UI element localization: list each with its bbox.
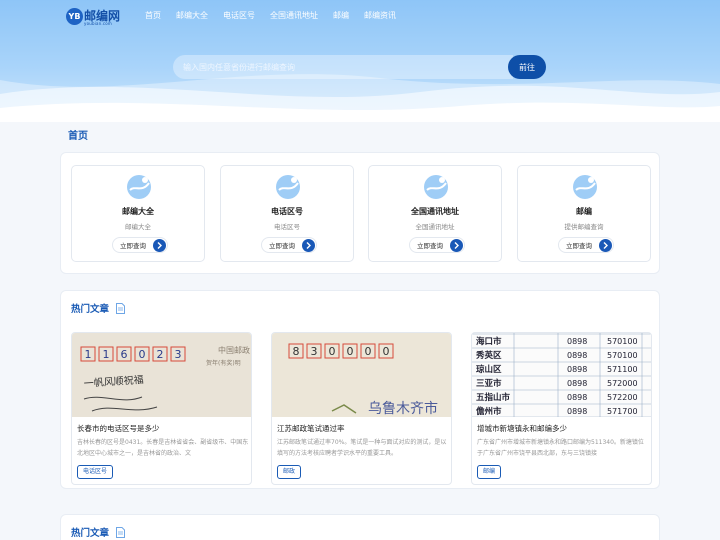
svg-text:海口市: 海口市 <box>476 336 502 347</box>
query-button[interactable]: 立即查询 <box>409 237 465 253</box>
globe-icon <box>573 175 597 199</box>
article-title[interactable]: 江苏邮政笔试通过率 <box>277 423 449 434</box>
article-thumbnail: 83 00 00 乌鲁木齐市 <box>272 333 451 417</box>
article-summary: 江苏邮政笔试通过率70%。笔试是一种与面试对应的测试，是以填写的方法考核应聘者学… <box>277 439 447 457</box>
card-postcode-list[interactable]: 邮编大全 邮编大全 立即查询 <box>71 165 205 262</box>
svg-text:1: 1 <box>103 348 110 361</box>
arrow-right-icon <box>302 239 315 252</box>
card-desc: 提供邮编查询 <box>564 223 604 231</box>
article-tag[interactable]: 电话区号 <box>77 465 114 479</box>
document-icon <box>116 303 125 314</box>
nav-item-news[interactable]: 邮编资讯 <box>364 10 396 21</box>
svg-text:8: 8 <box>293 345 300 358</box>
svg-text:3: 3 <box>175 348 182 361</box>
globe-icon <box>276 175 300 199</box>
article-tag[interactable]: 邮政 <box>277 465 302 479</box>
svg-text:0: 0 <box>139 348 146 361</box>
nav-item-postcode-list[interactable]: 邮编大全 <box>176 10 208 21</box>
hot-articles-panel: 热门文章 11 60 23 中国邮政 贺年(有奖)明 一帆风顺祝福 长春市的电话… <box>60 290 660 489</box>
article-title[interactable]: 长春市的电话区号是多少 <box>77 423 249 434</box>
svg-text:571100: 571100 <box>607 365 638 374</box>
logo-subtext: youbian.com <box>84 21 113 26</box>
svg-text:贺年(有奖)明: 贺年(有奖)明 <box>206 359 241 367</box>
card-desc: 电话区号 <box>274 223 300 231</box>
query-button[interactable]: 立即查询 <box>112 237 168 253</box>
globe-icon <box>127 175 151 199</box>
article-title[interactable]: 增城市新塘镇永和邮编多少 <box>477 423 649 434</box>
nav-item-area-code[interactable]: 电话区号 <box>223 10 255 21</box>
svg-text:572000: 572000 <box>607 379 638 388</box>
svg-text:6: 6 <box>121 348 128 361</box>
card-address[interactable]: 全国通讯地址 全国通讯地址 立即查询 <box>368 165 502 262</box>
card-title: 邮编大全 <box>122 207 154 216</box>
svg-text:0898: 0898 <box>567 393 587 402</box>
svg-text:0898: 0898 <box>567 337 587 346</box>
article-summary: 广东省广州市增城市新塘镇永和路口邮编为511340。新塘镇位于广东省广州市饶平县… <box>477 439 644 457</box>
svg-text:儋州市: 儋州市 <box>476 406 502 417</box>
article-thumbnail: 11 60 23 中国邮政 贺年(有奖)明 一帆风顺祝福 <box>72 333 251 417</box>
article-card[interactable]: 83 00 00 乌鲁木齐市 江苏邮政笔试通过率 江苏邮政笔试通过率70%。笔试… <box>271 332 452 485</box>
svg-text:三亚市: 三亚市 <box>476 378 502 389</box>
svg-text:2: 2 <box>157 348 164 361</box>
globe-icon <box>424 175 448 199</box>
svg-text:571700: 571700 <box>607 407 638 416</box>
logo-badge: YB <box>66 8 83 25</box>
query-button-label: 立即查询 <box>120 242 146 250</box>
query-button-label: 立即查询 <box>269 242 295 250</box>
search-button[interactable]: 前往 <box>508 55 546 79</box>
svg-text:中国邮政: 中国邮政 <box>218 345 250 355</box>
nav-item-home[interactable]: 首页 <box>145 10 161 21</box>
nav-item-postcode[interactable]: 邮编 <box>333 10 349 21</box>
service-cards-panel: 邮编大全 邮编大全 立即查询 电话区号 电话区号 立即查询 全国通讯地址 全国通… <box>60 152 660 274</box>
top-navigation: YB 邮编网 youbian.com 首页 邮编大全 电话区号 全国通讯地址 邮… <box>66 6 666 26</box>
svg-text:0: 0 <box>365 345 372 358</box>
nav-item-address[interactable]: 全国通讯地址 <box>270 10 318 21</box>
article-card[interactable]: 海口市 秀英区 琼山区 三亚市 五指山市 儋州市 0898 0898 0898 0898 … <box>471 332 652 485</box>
svg-text:五指山市: 五指山市 <box>476 392 511 403</box>
section-heading: 热门文章 <box>71 304 110 315</box>
section-heading: 热门文章 <box>71 528 110 539</box>
site-logo[interactable]: YB 邮编网 youbian.com <box>66 6 136 28</box>
card-title: 电话区号 <box>271 207 303 216</box>
nav-links: 首页 邮编大全 电话区号 全国通讯地址 邮编 邮编资讯 <box>145 10 411 21</box>
card-area-code[interactable]: 电话区号 电话区号 立即查询 <box>220 165 354 262</box>
search-bar: 前往 <box>173 55 546 79</box>
article-card[interactable]: 11 60 23 中国邮政 贺年(有奖)明 一帆风顺祝福 长春市的电话区号是多少… <box>71 332 252 485</box>
card-title: 邮编 <box>576 207 592 216</box>
arrow-right-icon <box>599 239 612 252</box>
page-title: 首页 <box>68 131 88 142</box>
svg-text:琼山区: 琼山区 <box>476 364 502 375</box>
svg-text:1: 1 <box>85 348 92 361</box>
svg-text:0898: 0898 <box>567 407 587 416</box>
card-desc: 邮编大全 <box>125 223 151 231</box>
svg-text:乌鲁木齐市: 乌鲁木齐市 <box>368 400 438 417</box>
svg-text:570100: 570100 <box>607 351 638 360</box>
hero-banner: YB 邮编网 youbian.com 首页 邮编大全 电话区号 全国通讯地址 邮… <box>0 0 720 122</box>
search-input[interactable] <box>173 55 513 79</box>
svg-text:0898: 0898 <box>567 365 587 374</box>
query-button[interactable]: 立即查询 <box>261 237 317 253</box>
svg-text:0: 0 <box>329 345 336 358</box>
card-postcode[interactable]: 邮编 提供邮编查询 立即查询 <box>517 165 651 262</box>
document-icon <box>116 527 125 538</box>
card-desc: 全国通讯地址 <box>415 223 455 231</box>
svg-text:570100: 570100 <box>607 337 638 346</box>
svg-text:0898: 0898 <box>567 379 587 388</box>
svg-text:572200: 572200 <box>607 393 638 402</box>
query-button[interactable]: 立即查询 <box>558 237 614 253</box>
svg-text:0898: 0898 <box>567 351 587 360</box>
svg-text:3: 3 <box>311 345 318 358</box>
svg-text:0: 0 <box>383 345 390 358</box>
svg-text:秀英区: 秀英区 <box>475 350 502 361</box>
article-thumbnail: 海口市秀英区 琼山区三亚市 五指山市儋州市 08980898 08980898 … <box>472 333 651 417</box>
svg-text:0: 0 <box>347 345 354 358</box>
hot-articles-panel-2: 热门文章 <box>60 514 660 540</box>
article-summary: 吉林长春的区号是0431。长春是吉林省省会、副省级市、中国东北地区中心城市之一，… <box>77 439 249 457</box>
arrow-right-icon <box>450 239 463 252</box>
card-title: 全国通讯地址 <box>411 207 459 216</box>
query-button-label: 立即查询 <box>417 242 443 250</box>
article-tag[interactable]: 邮编 <box>477 465 502 479</box>
query-button-label: 立即查询 <box>566 242 592 250</box>
arrow-right-icon <box>153 239 166 252</box>
